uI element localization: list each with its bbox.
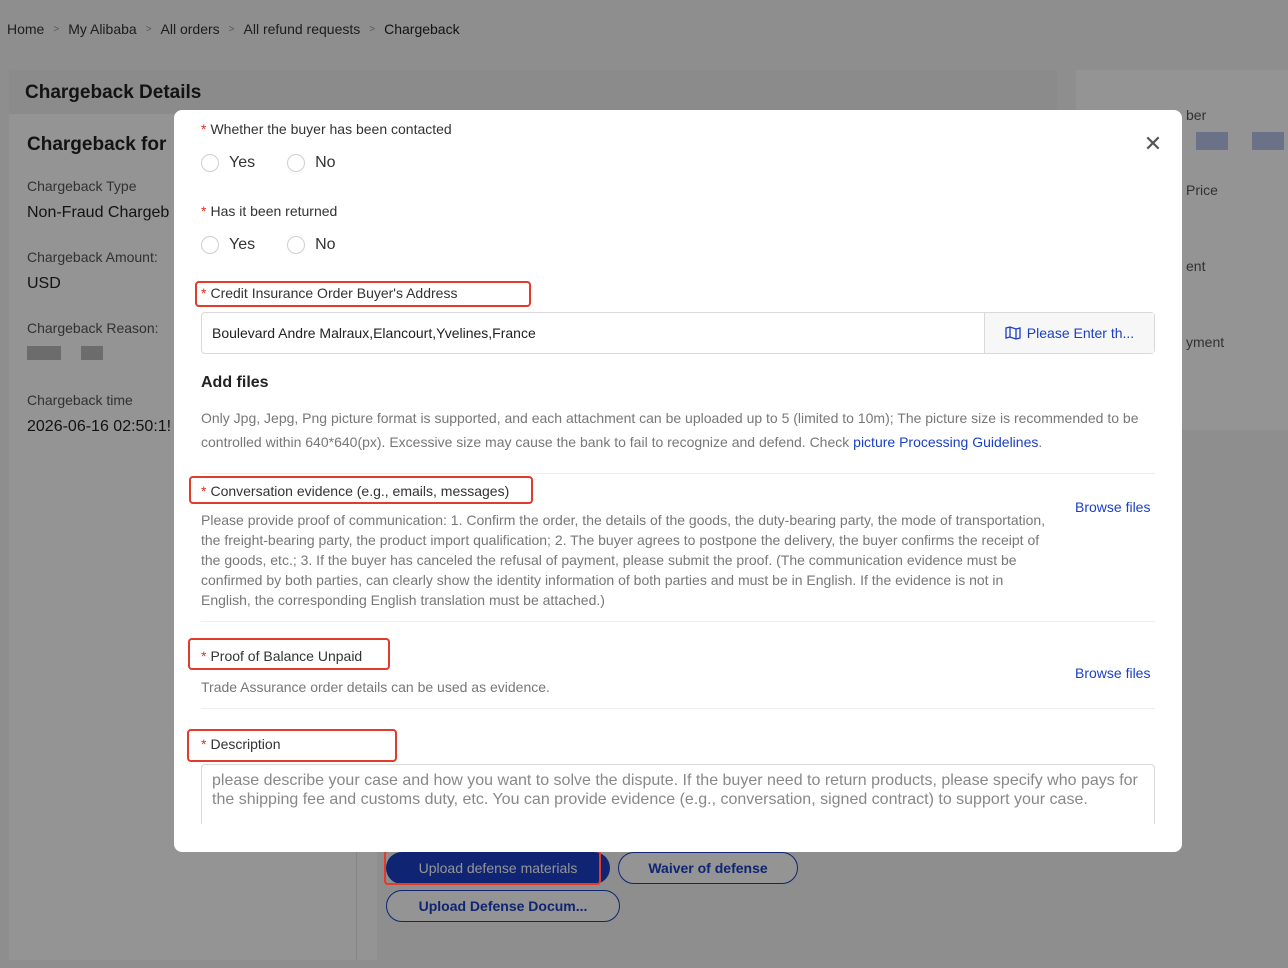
returned-radio-group: Yes No: [201, 236, 368, 254]
address-input[interactable]: Boulevard Andre Malraux,Elancourt,Yvelin…: [201, 312, 1155, 354]
add-files-note: Only Jpg, Jepg, Png picture format is su…: [201, 410, 1139, 450]
radio-contacted-no[interactable]: No: [287, 154, 336, 172]
balance-unpaid-description: Trade Assurance order details can be use…: [201, 679, 550, 695]
modal-body: * Whether the buyer has been contacted Ye…: [201, 110, 1155, 824]
radio-returned-no[interactable]: No: [287, 236, 336, 254]
description-textarea[interactable]: please describe your case and how you wa…: [201, 764, 1155, 824]
radio-contacted-yes[interactable]: Yes: [201, 154, 255, 172]
divider: [201, 621, 1155, 622]
radio-returned-yes[interactable]: Yes: [201, 236, 255, 254]
highlight-box: [188, 638, 390, 670]
browse-files-conversation[interactable]: Browse files: [1075, 499, 1150, 515]
highlight-box: [195, 281, 531, 307]
radio-circle[interactable]: [201, 236, 219, 254]
picture-guidelines-link[interactable]: picture Processing Guidelines: [853, 434, 1038, 450]
buyer-contacted-label: * Whether the buyer has been contacted: [201, 121, 452, 137]
highlight-box: [384, 850, 601, 885]
radio-circle[interactable]: [287, 236, 306, 254]
divider: [201, 473, 1155, 474]
radio-circle[interactable]: [287, 154, 306, 172]
add-files-title: Add files: [201, 374, 269, 391]
address-value[interactable]: Boulevard Andre Malraux,Elancourt,Yvelin…: [202, 313, 984, 353]
conversation-evidence-description: Please provide proof of communication: 1…: [201, 512, 1046, 608]
returned-label: * Has it been returned: [201, 203, 338, 219]
required-asterisk: *: [201, 121, 207, 137]
browse-files-balance[interactable]: Browse files: [1075, 665, 1150, 681]
divider: [201, 708, 1155, 709]
map-icon: [1005, 326, 1021, 340]
highlight-box: [187, 729, 397, 762]
address-map-button[interactable]: Please Enter th...: [984, 313, 1154, 353]
highlight-box: [189, 476, 533, 504]
radio-circle[interactable]: [201, 154, 219, 172]
buyer-contacted-radio-group: Yes No: [201, 154, 368, 172]
required-asterisk: *: [201, 203, 207, 219]
